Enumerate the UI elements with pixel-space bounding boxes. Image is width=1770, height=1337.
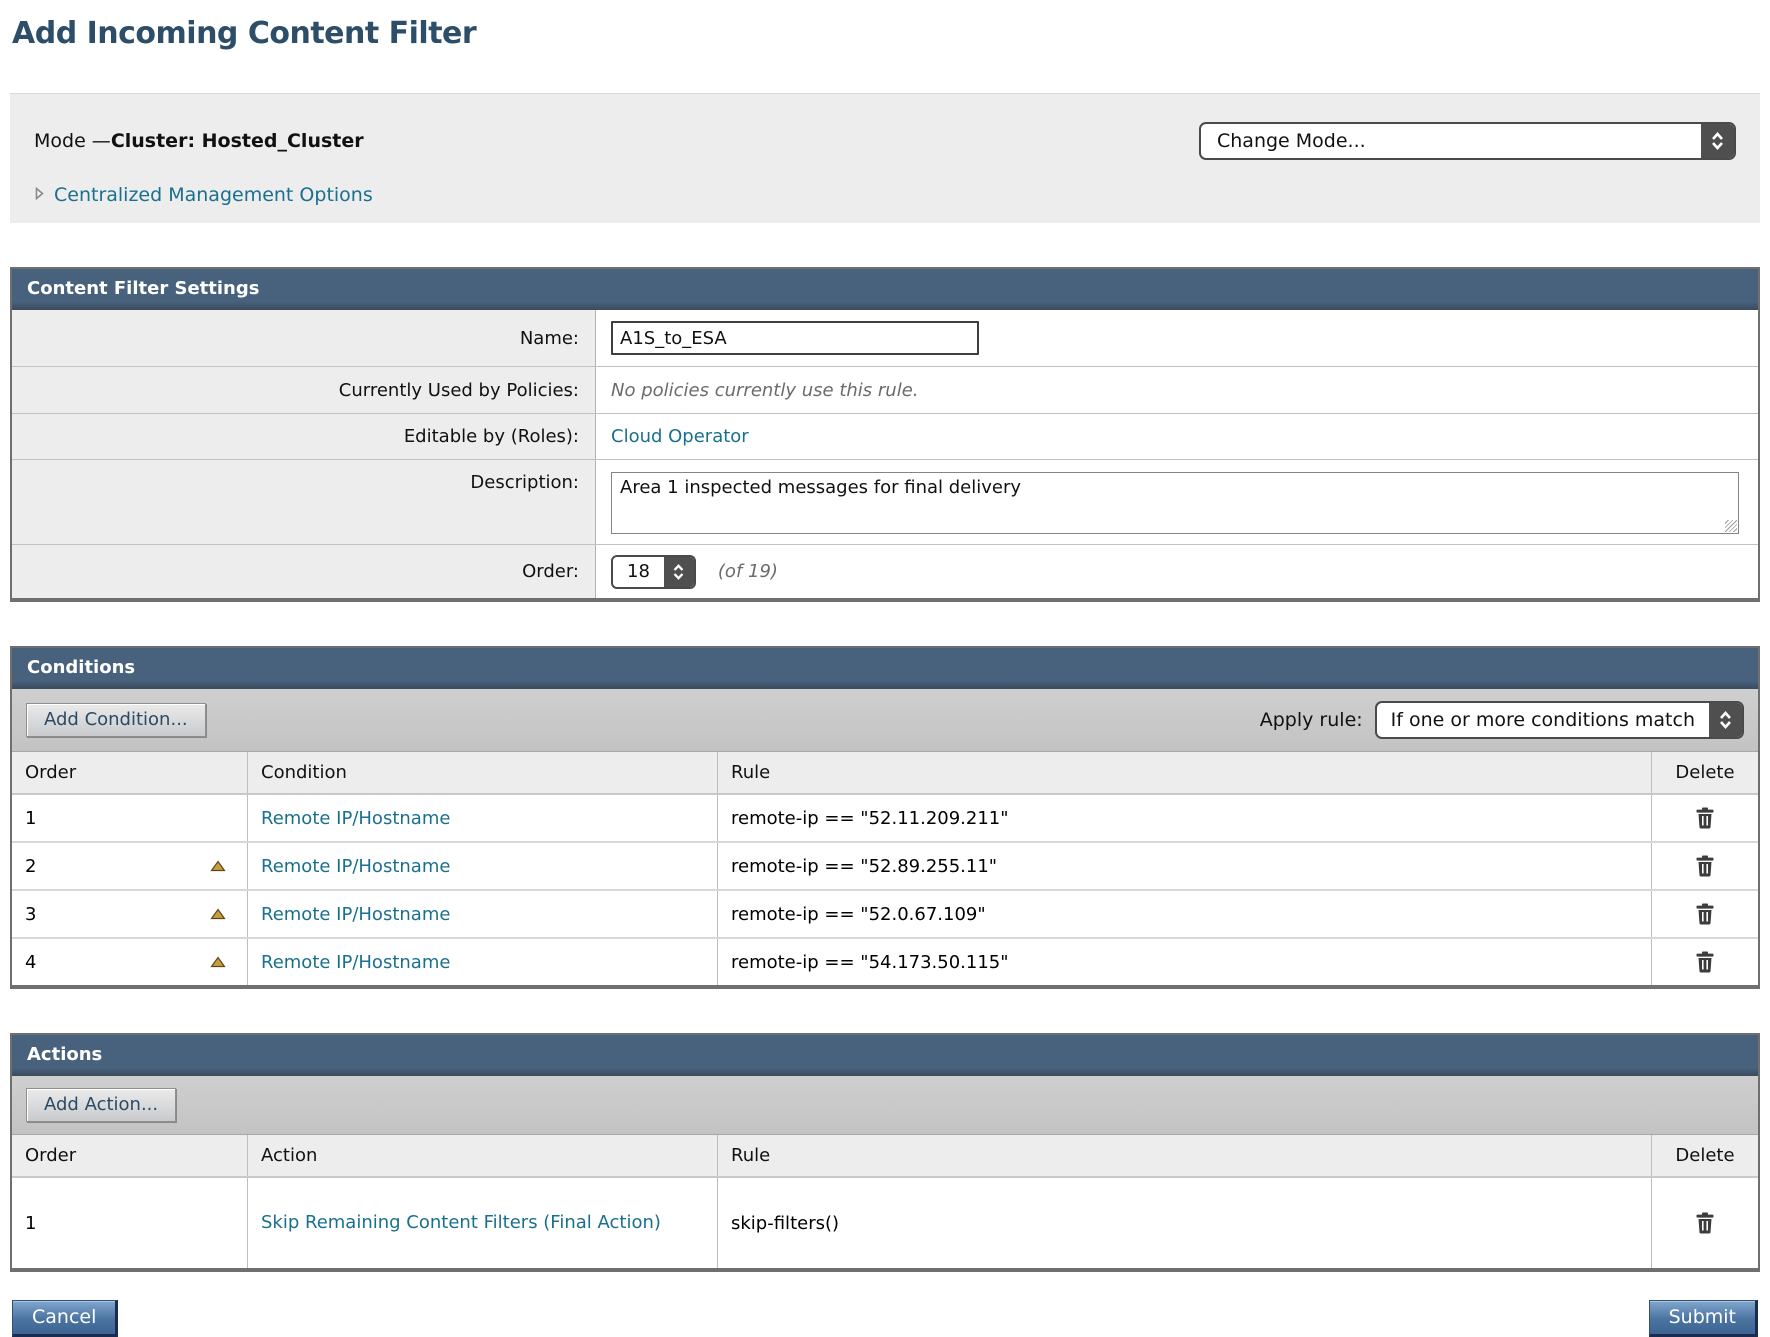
- condition-rule: remote-ip == "52.89.255.11": [718, 843, 1652, 889]
- condition-link[interactable]: Remote IP/Hostname: [261, 904, 450, 925]
- conditions-table-header: Order Condition Rule Delete: [12, 752, 1758, 795]
- roles-value-link[interactable]: Cloud Operator: [611, 426, 749, 447]
- condition-row: 3 Remote IP/Hostname remote-ip == "52.0.…: [12, 891, 1758, 939]
- centralized-management-options-link[interactable]: Centralized Management Options: [34, 184, 373, 206]
- content-filter-settings-section: Content Filter Settings Name: Currently …: [10, 267, 1760, 602]
- actions-section: Actions Add Action... Order Action Rule …: [10, 1033, 1760, 1272]
- change-mode-select-value: Change Mode...: [1201, 124, 1701, 158]
- column-header-delete: Delete: [1652, 1135, 1758, 1176]
- conditions-table: Order Condition Rule Delete 1 Remote IP/…: [12, 752, 1758, 985]
- conditions-header: Conditions: [12, 648, 1758, 689]
- apply-rule-select[interactable]: If one or more conditions match: [1375, 701, 1744, 739]
- action-rule: skip-filters(): [718, 1178, 1652, 1268]
- delete-condition-button[interactable]: [1693, 901, 1717, 927]
- column-header-condition: Condition: [248, 752, 718, 793]
- content-filter-settings-header: Content Filter Settings: [12, 269, 1758, 310]
- action-order: 1: [25, 1213, 36, 1234]
- condition-rule: remote-ip == "52.11.209.211": [718, 795, 1652, 841]
- submit-button[interactable]: Submit: [1649, 1300, 1758, 1337]
- page: Add Incoming Content Filter Mode —Cluste…: [0, 0, 1770, 1337]
- cancel-button[interactable]: Cancel: [12, 1300, 118, 1337]
- condition-row: 4 Remote IP/Hostname remote-ip == "54.17…: [12, 939, 1758, 985]
- move-up-icon[interactable]: [210, 956, 226, 968]
- trash-icon: [1695, 807, 1715, 829]
- trash-icon: [1695, 951, 1715, 973]
- order-select[interactable]: 18: [611, 555, 696, 589]
- condition-link[interactable]: Remote IP/Hostname: [261, 808, 450, 829]
- column-header-action: Action: [248, 1135, 718, 1176]
- condition-row: 2 Remote IP/Hostname remote-ip == "52.89…: [12, 843, 1758, 891]
- order-label: Order:: [12, 545, 596, 598]
- trash-icon: [1695, 903, 1715, 925]
- add-action-button[interactable]: Add Action...: [26, 1088, 176, 1122]
- mode-label: Mode —: [34, 130, 111, 152]
- apply-rule-label: Apply rule:: [1260, 709, 1363, 731]
- change-mode-select[interactable]: Change Mode...: [1199, 122, 1736, 160]
- action-row: 1 Skip Remaining Content Filters (Final …: [12, 1178, 1758, 1268]
- order-select-value: 18: [613, 557, 664, 587]
- condition-link[interactable]: Remote IP/Hostname: [261, 856, 450, 877]
- trash-icon: [1695, 1212, 1715, 1234]
- conditions-section: Conditions Add Condition... Apply rule: …: [10, 646, 1760, 989]
- mode-text: Mode —Cluster: Hosted_Cluster: [34, 130, 364, 152]
- column-header-delete: Delete: [1652, 752, 1758, 793]
- actions-toolbar: Add Action...: [12, 1076, 1758, 1135]
- add-condition-button[interactable]: Add Condition...: [26, 703, 206, 737]
- column-header-order: Order: [12, 1135, 248, 1176]
- column-header-order: Order: [12, 752, 248, 793]
- delete-condition-button[interactable]: [1693, 853, 1717, 879]
- select-chevrons-icon: [1709, 703, 1742, 737]
- condition-rule: remote-ip == "54.173.50.115": [718, 939, 1652, 985]
- condition-order: 4: [25, 952, 36, 973]
- actions-table-header: Order Action Rule Delete: [12, 1135, 1758, 1178]
- move-up-icon[interactable]: [210, 908, 226, 920]
- page-title: Add Incoming Content Filter: [12, 16, 1760, 51]
- mode-panel: Mode —Cluster: Hosted_Cluster Change Mod…: [10, 93, 1760, 223]
- condition-order: 3: [25, 904, 36, 925]
- trash-icon: [1695, 855, 1715, 877]
- delete-condition-button[interactable]: [1693, 949, 1717, 975]
- delete-condition-button[interactable]: [1693, 805, 1717, 831]
- description-label: Description:: [12, 460, 596, 544]
- select-chevrons-icon: [1701, 124, 1734, 158]
- policies-label: Currently Used by Policies:: [12, 367, 596, 413]
- condition-link[interactable]: Remote IP/Hostname: [261, 952, 450, 973]
- condition-order: 1: [25, 808, 36, 829]
- action-link[interactable]: Skip Remaining Content Filters (Final Ac…: [261, 1211, 661, 1235]
- roles-label: Editable by (Roles):: [12, 414, 596, 459]
- actions-header: Actions: [12, 1035, 1758, 1076]
- move-up-icon[interactable]: [210, 860, 226, 872]
- order-total: (of 19): [718, 561, 778, 582]
- name-label: Name:: [12, 310, 596, 366]
- conditions-toolbar: Add Condition... Apply rule: If one or m…: [12, 689, 1758, 752]
- column-header-rule: Rule: [718, 1135, 1652, 1176]
- select-chevrons-icon: [664, 557, 694, 587]
- apply-rule-select-value: If one or more conditions match: [1377, 703, 1709, 737]
- mode-value: Cluster: Hosted_Cluster: [111, 130, 364, 152]
- policies-value: No policies currently use this rule.: [611, 380, 919, 401]
- delete-action-button[interactable]: [1693, 1210, 1717, 1236]
- disclosure-triangle-icon: [34, 186, 45, 205]
- footer: Cancel Submit: [10, 1300, 1760, 1337]
- name-input[interactable]: [611, 321, 979, 355]
- column-header-rule: Rule: [718, 752, 1652, 793]
- textarea-resize-grip[interactable]: [1725, 520, 1737, 532]
- centralized-management-options-label: Centralized Management Options: [54, 184, 373, 206]
- condition-order: 2: [25, 856, 36, 877]
- condition-row: 1 Remote IP/Hostname remote-ip == "52.11…: [12, 795, 1758, 843]
- actions-table: Order Action Rule Delete 1 Skip Remainin…: [12, 1135, 1758, 1268]
- condition-rule: remote-ip == "52.0.67.109": [718, 891, 1652, 937]
- description-textarea[interactable]: Area 1 inspected messages for final deli…: [611, 472, 1739, 534]
